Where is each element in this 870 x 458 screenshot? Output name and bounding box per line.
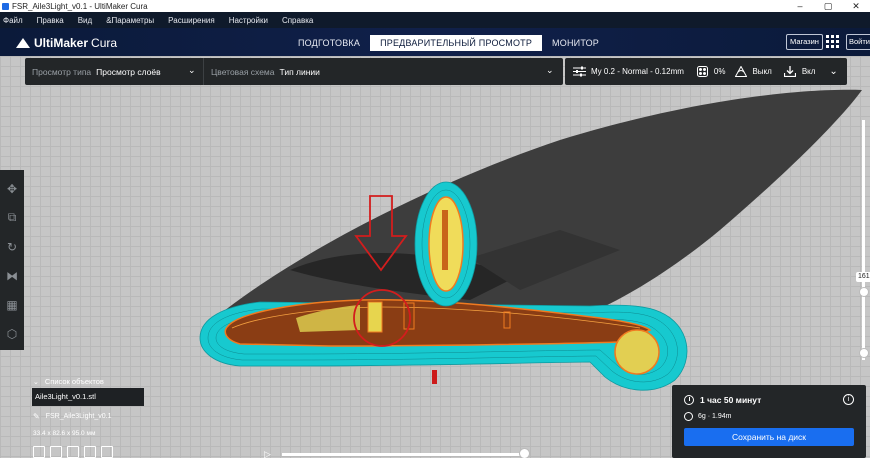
rotate-tool-icon[interactable]: ↻ (0, 232, 24, 261)
window-title: FSR_Aile3Light_v0.1 - UltiMaker Cura (12, 1, 148, 11)
view-left-icon[interactable] (84, 446, 96, 458)
material-row: 6g · 1.94m (684, 412, 731, 421)
object-list-item[interactable]: Aile3Light_v0.1.stl (32, 388, 144, 406)
profile-summary[interactable]: My 0.2 - Normal - 0.12mm (573, 66, 684, 77)
chevron-down-icon: ⌄ (188, 65, 196, 75)
view-right-icon[interactable] (101, 446, 113, 458)
menu-edit[interactable]: Правка (37, 16, 64, 25)
wing-shadow (215, 89, 862, 330)
cura-app-icon (2, 2, 9, 10)
infill-value: 0% (713, 67, 726, 76)
profile-label: My 0.2 - Normal - 0.12mm (591, 67, 684, 76)
job-name-row[interactable]: ✎ FSR_Aile3Light_v0.1 (33, 412, 111, 421)
stage-tabs: ПОДГОТОВКА ПРЕДВАРИТЕЛЬНЫЙ ПРОСМОТР МОНИ… (288, 35, 609, 51)
axis-marker (432, 370, 437, 384)
layer-slider-track[interactable] (862, 120, 865, 360)
menu-settings[interactable]: &Параметры (106, 16, 154, 25)
menu-view[interactable]: Вид (78, 16, 92, 25)
ultimaker-logo-icon (16, 38, 30, 48)
tab-monitor[interactable]: МОНИТОР (542, 35, 609, 51)
object-dimensions: 33.4 x 82.6 x 95.0 мм (33, 430, 96, 437)
view-settings-bar: Просмотр типа Просмотр слоёв ⌄ Цветовая … (25, 58, 563, 85)
apps-grid-icon[interactable] (826, 35, 839, 48)
menu-preferences[interactable]: Настройки (229, 16, 268, 25)
adhesion-value: Вкл (801, 67, 816, 76)
play-simulation-icon[interactable]: ▷ (264, 449, 271, 458)
ultimaker-logo: UltiMaker Cura (16, 36, 117, 50)
clock-icon (684, 395, 694, 405)
window-title-bar: FSR_Aile3Light_v0.1 - UltiMaker Cura – ▢… (0, 0, 870, 12)
print-summary-panel: 1 час 50 минут i 6g · 1.94m Сохранить на… (672, 385, 866, 458)
info-icon[interactable]: i (843, 394, 854, 405)
path-slider-handle[interactable] (519, 448, 530, 458)
login-button[interactable]: Войти (846, 34, 870, 50)
print-time: 1 час 50 минут (700, 395, 762, 405)
adhesion-summary[interactable]: Вкл (784, 66, 816, 77)
print-time-row: 1 час 50 минут (684, 395, 761, 405)
adhesion-icon (784, 66, 797, 77)
support-summary[interactable]: Выкл (734, 66, 772, 77)
window-controls: – ▢ ✕ (786, 0, 870, 12)
menu-file[interactable]: Файл (3, 16, 23, 25)
layer-number-badge[interactable]: 161 (856, 272, 870, 282)
sliders-icon (573, 66, 586, 77)
chevron-down-icon: ⌄ (33, 378, 39, 386)
per-model-settings-icon[interactable]: ▦ (0, 290, 24, 319)
menu-bar: Файл Правка Вид &Параметры Расширения На… (0, 12, 870, 28)
menu-extensions[interactable]: Расширения (168, 16, 215, 25)
tail-infill (614, 329, 660, 375)
job-name[interactable]: FSR_Aile3Light_v0.1 (46, 413, 112, 420)
maximize-button[interactable]: ▢ (814, 0, 842, 12)
logo-product: Cura (91, 36, 118, 50)
infill-summary[interactable]: 0% (696, 66, 726, 77)
material-usage: 6g · 1.94m (698, 413, 732, 420)
view-top-icon[interactable] (67, 446, 79, 458)
close-button[interactable]: ✕ (842, 0, 870, 12)
color-scheme-value: Тип линии (279, 66, 320, 77)
support-value: Выкл (752, 67, 772, 76)
print-settings-bar[interactable]: My 0.2 - Normal - 0.12mm 0% Выкл Вкл ⌄ (565, 58, 847, 85)
tab-prepare[interactable]: ПОДГОТОВКА (288, 35, 370, 51)
app-header: UltiMaker Cura ПОДГОТОВКА ПРЕДВАРИТЕЛЬНЫ… (0, 28, 870, 56)
view-type-dropdown[interactable]: Просмотр типа Просмотр слоёв ⌄ (25, 58, 203, 85)
pencil-icon[interactable]: ✎ (33, 412, 40, 421)
mirror-tool-icon[interactable]: ⧓ (0, 261, 24, 290)
scale-tool-icon[interactable]: ⧉ (0, 203, 24, 232)
layer-slider-upper-handle[interactable] (859, 287, 869, 297)
infill-icon (696, 66, 709, 77)
object-list-label: Список объектов (44, 377, 104, 386)
marketplace-button[interactable]: Магазин (786, 34, 823, 50)
tab-preview[interactable]: ПРЕДВАРИТЕЛЬНЫЙ ПРОСМОТР (370, 35, 543, 51)
camera-view-buttons (33, 446, 113, 458)
color-scheme-label: Цветовая схема (211, 66, 275, 77)
support-icon (734, 66, 747, 77)
chevron-down-icon: ⌄ (546, 65, 554, 75)
view-type-label: Просмотр типа (32, 66, 92, 77)
chevron-down-icon[interactable]: ⌄ (829, 66, 837, 77)
color-scheme-dropdown[interactable]: Цветовая схема Тип линии ⌄ (204, 58, 562, 85)
spool-icon (684, 412, 693, 421)
path-slider-track[interactable] (282, 453, 524, 456)
support-blocker-icon[interactable]: ⬡ (0, 319, 24, 348)
logo-brand: UltiMaker (34, 36, 89, 50)
move-tool-icon[interactable]: ✥ (0, 174, 24, 203)
object-list-filename: Aile3Light_v0.1.stl (35, 392, 96, 401)
save-to-disk-button[interactable]: Сохранить на диск (684, 428, 854, 446)
view-front-icon[interactable] (50, 446, 62, 458)
minimize-button[interactable]: – (786, 0, 814, 12)
menu-help[interactable]: Справка (282, 16, 313, 25)
view-type-value: Просмотр слоёв (96, 66, 161, 77)
object-list-toggle[interactable]: ⌄ Список объектов (33, 377, 104, 386)
left-toolbar: ✥ ⧉ ↻ ⧓ ▦ ⬡ (0, 170, 24, 350)
view-3d-icon[interactable] (33, 446, 45, 458)
layer-slider-lower-handle[interactable] (859, 348, 869, 358)
spar-infill (367, 301, 383, 333)
